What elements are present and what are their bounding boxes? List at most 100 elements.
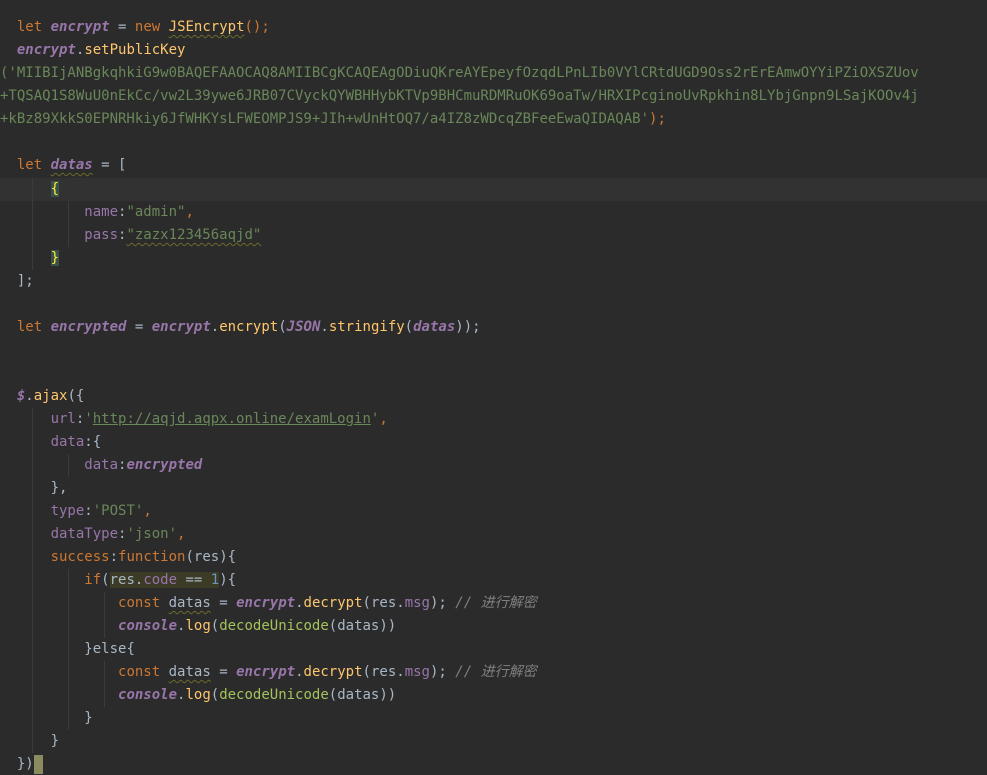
keyword-function: function: [118, 549, 186, 565]
variable-res: res: [109, 572, 135, 588]
keyword-else: }else{: [84, 641, 135, 657]
code-line: let datas = [: [0, 154, 987, 177]
number-literal: 1: [210, 572, 220, 588]
indent-guide: [32, 730, 33, 753]
property-type: type: [50, 503, 85, 519]
property-success: success: [50, 549, 110, 565]
indent-guide: [32, 247, 33, 270]
method-decrypt: decrypt: [303, 595, 363, 611]
indent-guide: [32, 615, 33, 638]
text-cursor: [33, 754, 43, 774]
code-line: data:{: [0, 431, 987, 454]
brace-close: },: [50, 480, 68, 496]
indent-guide: [68, 707, 69, 730]
brace-open: {: [50, 181, 60, 197]
method-log: log: [185, 618, 211, 634]
closing-punctuation: }): [16, 756, 34, 772]
code-line: $.ajax({: [16, 388, 85, 404]
string-public-key: +TQSAQ1S8WuU0nEkCc/vw2L39ywe6JRB07CVyckQ…: [0, 88, 919, 104]
variable-datas: datas: [337, 687, 380, 703]
indent-guide: [32, 684, 33, 707]
code-line: }else{: [0, 638, 987, 661]
indent-guide: [68, 615, 69, 638]
indent-guide: [68, 224, 69, 247]
variable-datas: datas: [168, 664, 211, 680]
indent-guide: [32, 431, 33, 454]
url-link[interactable]: http://aqjd.aqpx.online/examLogin: [93, 411, 371, 427]
object-encrypt: encrypt: [151, 319, 211, 335]
variable-datas: datas: [50, 157, 93, 173]
property-data: data: [50, 434, 85, 450]
indent-guide: [32, 477, 33, 500]
indent-guide: [32, 638, 33, 661]
brace-close: }: [50, 733, 60, 749]
keyword-let: let: [16, 319, 43, 335]
operator: = [: [92, 157, 127, 173]
keyword-new: new: [134, 19, 161, 35]
variable-datas: datas: [413, 319, 456, 335]
code-line: let encrypted = encrypt.encrypt(JSON.str…: [16, 319, 481, 335]
function-decodeunicode: decodeUnicode: [219, 687, 329, 703]
code-line: encrypt.setPublicKey: [0, 39, 987, 62]
property-pass: pass: [84, 227, 119, 243]
comment: // 进行解密: [455, 664, 537, 680]
indent-guide: [104, 615, 105, 638]
code-line: const datas = encrypt.decrypt(res.msg); …: [0, 592, 987, 615]
operator: =: [109, 19, 135, 35]
string-json: 'json': [126, 526, 178, 542]
code-line: }): [0, 753, 987, 775]
object-encrypt: encrypt: [236, 595, 296, 611]
code-line: const datas = encrypt.decrypt(res.msg); …: [0, 661, 987, 684]
property-name: name: [84, 204, 119, 220]
operator-equals: ==: [177, 572, 211, 588]
indent-guide: [32, 408, 33, 431]
operator: =: [126, 319, 152, 335]
brace-open: {: [92, 434, 102, 450]
punctuation: ({: [67, 388, 85, 404]
code-editor[interactable]: let encrypt = new JSEncrypt(); encrypt.s…: [0, 0, 987, 775]
property-datatype: dataType: [50, 526, 119, 542]
function-decodeunicode: decodeUnicode: [219, 618, 329, 634]
code-line: +kBz89XkkS0EPNRHkiy6JfWHKYsLFWEOMPJS9+JI…: [0, 108, 987, 131]
keyword-if: if: [84, 572, 102, 588]
string-password: "zazx123456aqjd": [126, 227, 262, 243]
indent-guide: [68, 661, 69, 684]
keyword-const: const: [118, 595, 161, 611]
class-jsencrypt: JSEncrypt: [168, 19, 245, 35]
object-console: console: [118, 687, 178, 703]
punctuation: );: [649, 111, 666, 127]
indent-guide: [68, 569, 69, 592]
code-line: name:"admin",: [0, 201, 987, 224]
punctuation: ();: [244, 19, 270, 35]
code-line: }: [0, 730, 987, 753]
indent-guide: [32, 569, 33, 592]
variable-datas: datas: [168, 595, 211, 611]
property-code: code: [143, 572, 178, 588]
code-line: success:function(res){: [0, 546, 987, 569]
property-msg: msg: [404, 595, 430, 611]
indent-guide: [32, 523, 33, 546]
brace-close: }: [50, 250, 60, 266]
code-line: pass:"zazx123456aqjd": [0, 224, 987, 247]
variable-res: res: [370, 595, 397, 611]
code-line: type:'POST',: [0, 500, 987, 523]
string-admin: "admin": [126, 204, 186, 220]
code-line: ('MIIBIjANBgkqhkiG9w0BAQEFAAOCAQ8AMIIBCg…: [0, 62, 987, 85]
string-post: 'POST': [92, 503, 144, 519]
indent-guide: [68, 684, 69, 707]
indent-guide: [68, 201, 69, 224]
indent-guide: [68, 592, 69, 615]
variable-datas: datas: [337, 618, 380, 634]
code-line: }: [0, 247, 987, 270]
condition-highlight: res.code == 1: [109, 572, 220, 588]
code-line: if(res.code == 1){: [0, 569, 987, 592]
keyword-const: const: [118, 664, 161, 680]
code-line: let encrypt = new JSEncrypt();: [0, 16, 987, 39]
keyword-let: let: [16, 19, 43, 35]
variable-encrypt: encrypt: [50, 19, 110, 35]
indent-guide: [32, 592, 33, 615]
punctuation: ));: [455, 319, 481, 335]
property-msg: msg: [404, 664, 430, 680]
variable-res: res: [370, 664, 397, 680]
indent-guide: [32, 178, 33, 201]
